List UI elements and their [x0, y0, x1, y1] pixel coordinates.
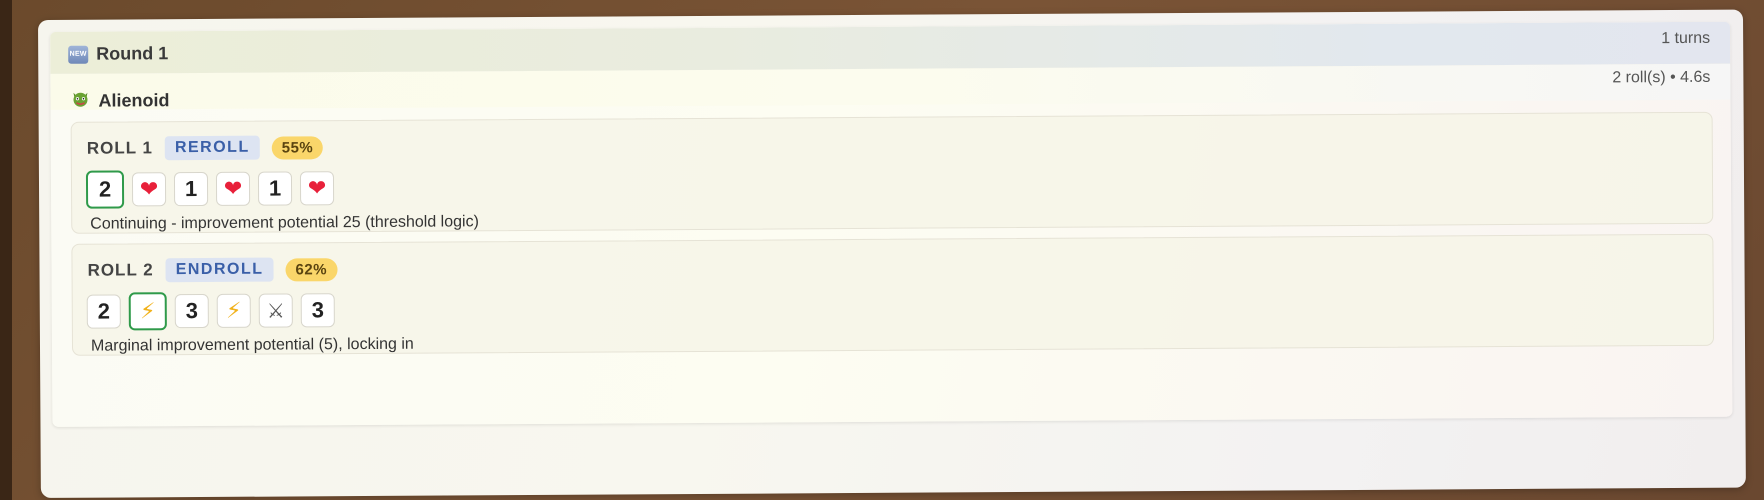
roll-reason: Continuing - improvement potential 25 (t…	[90, 213, 479, 233]
die[interactable]: ⚡	[216, 293, 251, 328]
lightning-icon: ⚡	[225, 297, 242, 323]
dice-row: 2 ❤ 1 ❤ 1 ❤	[85, 170, 335, 209]
roll-header: ROLL 1 REROLL 55%	[86, 135, 324, 161]
die[interactable]: ❤	[215, 171, 251, 206]
round-card: NEW Round 1 1 turns Alienoid 2 roll(s) •…	[50, 21, 1733, 427]
new-icon: NEW	[68, 45, 89, 64]
die-locked[interactable]: 2	[85, 170, 125, 209]
heart-icon: ❤	[223, 175, 243, 201]
roll-label: ROLL 2	[87, 260, 154, 280]
die-value: 1	[268, 175, 282, 201]
crossed-swords-icon: ⚔	[266, 299, 285, 323]
die[interactable]: ❤	[299, 171, 335, 206]
die-value: 1	[184, 176, 198, 202]
die[interactable]: ⚔	[258, 293, 293, 328]
roll-card: ROLL 1 REROLL 55% 2 ❤ 1 ❤ 1 ❤ Continuing…	[70, 111, 1714, 234]
roll-type-badge: REROLL	[164, 135, 260, 161]
roll-label: ROLL 1	[86, 138, 153, 158]
round-title: NEW Round 1	[68, 43, 168, 65]
roll-card: ROLL 2 ENDROLL 62% 2 ⚡ 3 ⚡ ⚔ 3 Marginal …	[71, 233, 1715, 356]
die[interactable]: 2	[86, 294, 121, 329]
turn-count: 1 turns	[1661, 29, 1711, 48]
roll-header: ROLL 2 ENDROLL 62%	[87, 257, 338, 283]
roll-type-badge: ENDROLL	[165, 257, 274, 283]
player-name: Alienoid	[70, 88, 170, 114]
round-title-label: Round 1	[96, 43, 169, 64]
log-panel: NEW Round 1 1 turns Alienoid 2 roll(s) •…	[38, 9, 1746, 498]
die-value: 3	[185, 298, 198, 324]
monster-face-icon	[70, 89, 90, 114]
die-value: 2	[98, 176, 112, 202]
dice-row: 2 ⚡ 3 ⚡ ⚔ 3	[86, 292, 335, 331]
probability-badge: 55%	[271, 135, 324, 160]
player-name-label: Alienoid	[98, 90, 170, 111]
die[interactable]: ❤	[131, 172, 167, 207]
die-value: 3	[311, 297, 324, 323]
die[interactable]: 3	[300, 293, 335, 328]
lightning-icon: ⚡	[139, 298, 156, 324]
die[interactable]: 1	[257, 171, 293, 206]
roll-summary: 2 roll(s) • 4.6s	[1612, 68, 1711, 87]
heart-icon: ❤	[307, 175, 327, 201]
die-locked[interactable]: ⚡	[128, 292, 167, 331]
die-value: 2	[97, 298, 110, 324]
window-edge	[0, 0, 12, 500]
roll-reason: Marginal improvement potential (5), lock…	[90, 335, 414, 355]
die[interactable]: 3	[174, 293, 209, 329]
die[interactable]: 1	[173, 171, 209, 207]
probability-badge: 62%	[285, 257, 338, 281]
heart-icon: ❤	[139, 176, 159, 202]
